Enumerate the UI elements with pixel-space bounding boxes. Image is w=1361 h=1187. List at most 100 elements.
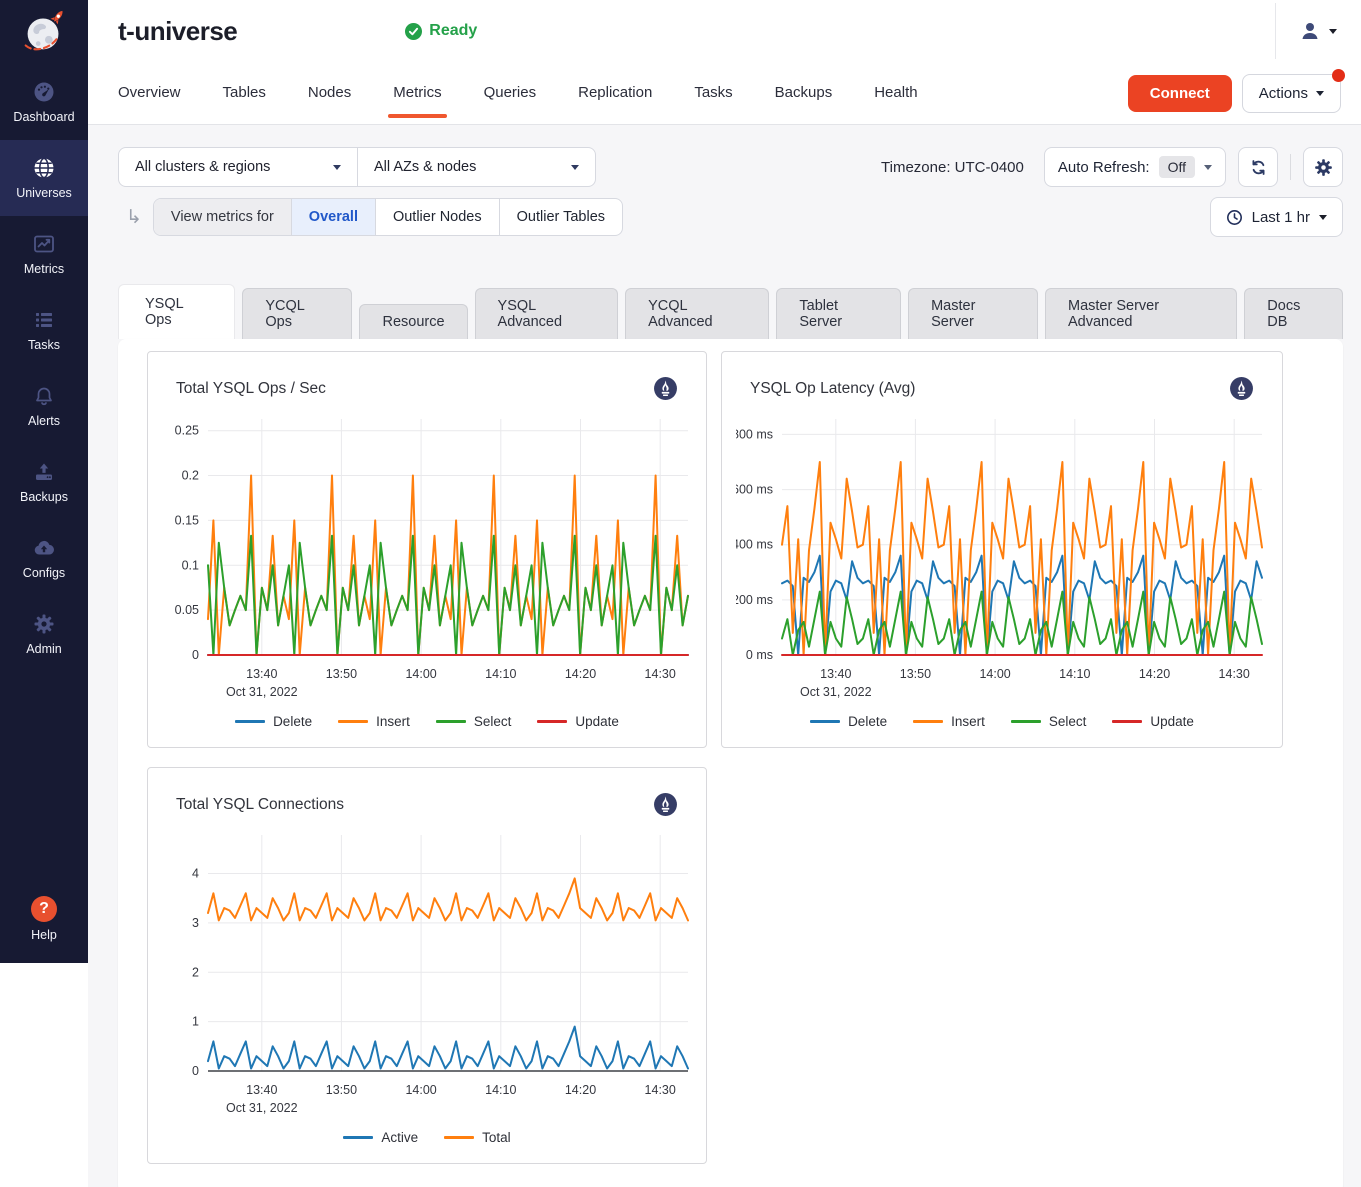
tab-metrics[interactable]: Metrics bbox=[393, 64, 441, 123]
sidebar-item-backups[interactable]: Backups bbox=[0, 444, 88, 520]
filter-row-secondary: ↳ View metrics for Overall Outlier Nodes… bbox=[118, 197, 1343, 237]
user-icon bbox=[1298, 19, 1322, 43]
refresh-button[interactable] bbox=[1238, 147, 1278, 187]
timezone-label: Timezone: UTC-0400 bbox=[881, 159, 1024, 176]
legend-swatch bbox=[235, 720, 265, 724]
tab-tables[interactable]: Tables bbox=[223, 64, 266, 123]
chart-svg: 0 ms200 ms400 ms600 ms800 ms13:40Oct 31,… bbox=[736, 409, 1266, 707]
y-tick-label: 2 bbox=[192, 965, 199, 979]
y-tick-label: 0.25 bbox=[175, 424, 199, 438]
azs-nodes-select[interactable]: All AZs & nodes bbox=[357, 148, 595, 186]
y-tick-label: 0 bbox=[192, 648, 199, 662]
metric-tab-resource[interactable]: Resource bbox=[359, 304, 467, 339]
status-text: Ready bbox=[429, 22, 477, 40]
chart-title: Total YSQL Connections bbox=[176, 796, 344, 814]
bell-icon bbox=[32, 384, 56, 408]
metric-tab-master-server-advanced[interactable]: Master Server Advanced bbox=[1045, 288, 1237, 339]
connect-button[interactable]: Connect bbox=[1128, 75, 1232, 112]
sidebar-item-label: Help bbox=[31, 928, 57, 942]
chevron-down-icon bbox=[333, 165, 341, 170]
auto-refresh-label: Auto Refresh: bbox=[1058, 159, 1150, 176]
sidebar-item-dashboard[interactable]: Dashboard bbox=[0, 64, 88, 140]
legend-label: Delete bbox=[273, 714, 312, 729]
metric-tab-ycql-ops[interactable]: YCQL Ops bbox=[242, 288, 352, 339]
x-tick-label: 14:20 bbox=[565, 667, 596, 681]
user-menu[interactable] bbox=[1275, 3, 1361, 59]
tab-replication[interactable]: Replication bbox=[578, 64, 652, 123]
chart-card-ysql-op-latency: YSQL Op Latency (Avg) 0 ms200 ms400 bbox=[721, 351, 1283, 748]
tab-nodes[interactable]: Nodes bbox=[308, 64, 351, 123]
scope-outlier-nodes[interactable]: Outlier Nodes bbox=[375, 199, 499, 235]
tab-backups[interactable]: Backups bbox=[775, 64, 833, 123]
legend-item-delete[interactable]: Delete bbox=[235, 714, 312, 729]
tab-queries[interactable]: Queries bbox=[484, 64, 537, 123]
metric-tab-master-server[interactable]: Master Server bbox=[908, 288, 1038, 339]
sidebar-item-metrics[interactable]: Metrics bbox=[0, 216, 88, 292]
auto-refresh-select[interactable]: Auto Refresh: Off bbox=[1044, 147, 1226, 187]
metric-tab-ycql-advanced[interactable]: YCQL Advanced bbox=[625, 288, 769, 339]
metric-tab-ysql-ops[interactable]: YSQL Ops bbox=[118, 284, 235, 339]
sidebar-item-admin[interactable]: Admin bbox=[0, 596, 88, 672]
scope-overall[interactable]: Overall bbox=[291, 199, 375, 235]
main-column: t-universe Ready bbox=[88, 0, 1361, 1187]
universe-nav-tabs: Overview Tables Nodes Metrics Queries Re… bbox=[118, 64, 918, 123]
legend-item-update[interactable]: Update bbox=[537, 714, 619, 729]
tab-tasks[interactable]: Tasks bbox=[694, 64, 732, 123]
tab-health[interactable]: Health bbox=[874, 64, 917, 123]
x-tick-label: 14:00 bbox=[405, 667, 436, 681]
x-tick-label: 13:40 bbox=[246, 667, 277, 681]
legend-item-active[interactable]: Active bbox=[343, 1130, 418, 1145]
sidebar-item-universes[interactable]: Universes bbox=[0, 140, 88, 216]
prometheus-icon[interactable] bbox=[653, 792, 678, 817]
prometheus-icon[interactable] bbox=[653, 376, 678, 401]
legend-item-select[interactable]: Select bbox=[436, 714, 512, 729]
legend-swatch bbox=[810, 720, 840, 724]
chart-title: Total YSQL Ops / Sec bbox=[176, 380, 326, 398]
legend-label: Select bbox=[474, 714, 512, 729]
sidebar-item-configs[interactable]: Configs bbox=[0, 520, 88, 596]
chart-svg: 00.050.10.150.20.2513:40Oct 31, 202213:5… bbox=[162, 409, 692, 707]
sidebar-item-tasks[interactable]: Tasks bbox=[0, 292, 88, 368]
filter-row-primary: All clusters & regions All AZs & nodes T… bbox=[118, 147, 1343, 187]
chart-plot[interactable]: 0 ms200 ms400 ms600 ms800 ms13:40Oct 31,… bbox=[736, 409, 1268, 712]
sidebar-item-help[interactable]: ? Help bbox=[0, 881, 88, 957]
chart-plot[interactable]: 0123413:40Oct 31, 202213:5014:0014:1014:… bbox=[162, 825, 692, 1128]
legend-label: Update bbox=[1150, 714, 1194, 729]
time-range-select[interactable]: Last 1 hr bbox=[1210, 197, 1343, 237]
x-tick-label: 13:50 bbox=[326, 667, 357, 681]
title-row: t-universe Ready bbox=[88, 0, 1361, 62]
gauge-icon bbox=[32, 80, 56, 104]
metric-tab-tablet-server[interactable]: Tablet Server bbox=[776, 288, 901, 339]
clusters-regions-select[interactable]: All clusters & regions bbox=[119, 148, 357, 186]
sidebar-item-label: Backups bbox=[20, 490, 68, 504]
chevron-down-icon bbox=[571, 165, 579, 170]
prometheus-icon[interactable] bbox=[1229, 376, 1254, 401]
chart-plot[interactable]: 00.050.10.150.20.2513:40Oct 31, 202213:5… bbox=[162, 409, 692, 712]
metric-tab-ysql-advanced[interactable]: YSQL Advanced bbox=[475, 288, 619, 339]
legend-item-delete[interactable]: Delete bbox=[810, 714, 887, 729]
clock-icon bbox=[1226, 209, 1243, 226]
legend-label: Total bbox=[482, 1130, 511, 1145]
y-tick-label: 0.2 bbox=[182, 469, 199, 483]
tab-overview[interactable]: Overview bbox=[118, 64, 181, 123]
brand-logo[interactable] bbox=[0, 0, 88, 64]
y-tick-label: 200 ms bbox=[736, 593, 773, 607]
divider bbox=[1290, 154, 1291, 180]
legend-item-insert[interactable]: Insert bbox=[913, 714, 985, 729]
legend-item-total[interactable]: Total bbox=[444, 1130, 511, 1145]
y-tick-label: 800 ms bbox=[736, 427, 773, 441]
metric-tab-docs-db[interactable]: Docs DB bbox=[1244, 288, 1343, 339]
settings-button[interactable] bbox=[1303, 147, 1343, 187]
legend-item-update[interactable]: Update bbox=[1112, 714, 1194, 729]
refresh-icon bbox=[1248, 157, 1269, 178]
y-tick-label: 400 ms bbox=[736, 538, 773, 552]
actions-button[interactable]: Actions bbox=[1242, 74, 1341, 113]
scope-outlier-tables[interactable]: Outlier Tables bbox=[499, 199, 622, 235]
sidebar-item-alerts[interactable]: Alerts bbox=[0, 368, 88, 444]
x-tick-label: 14:30 bbox=[1219, 667, 1250, 681]
legend-item-insert[interactable]: Insert bbox=[338, 714, 410, 729]
x-tick-label: 13:40 bbox=[246, 1083, 277, 1097]
x-tick-label: 13:50 bbox=[326, 1083, 357, 1097]
y-tick-label: 3 bbox=[192, 916, 199, 930]
legend-item-select[interactable]: Select bbox=[1011, 714, 1087, 729]
